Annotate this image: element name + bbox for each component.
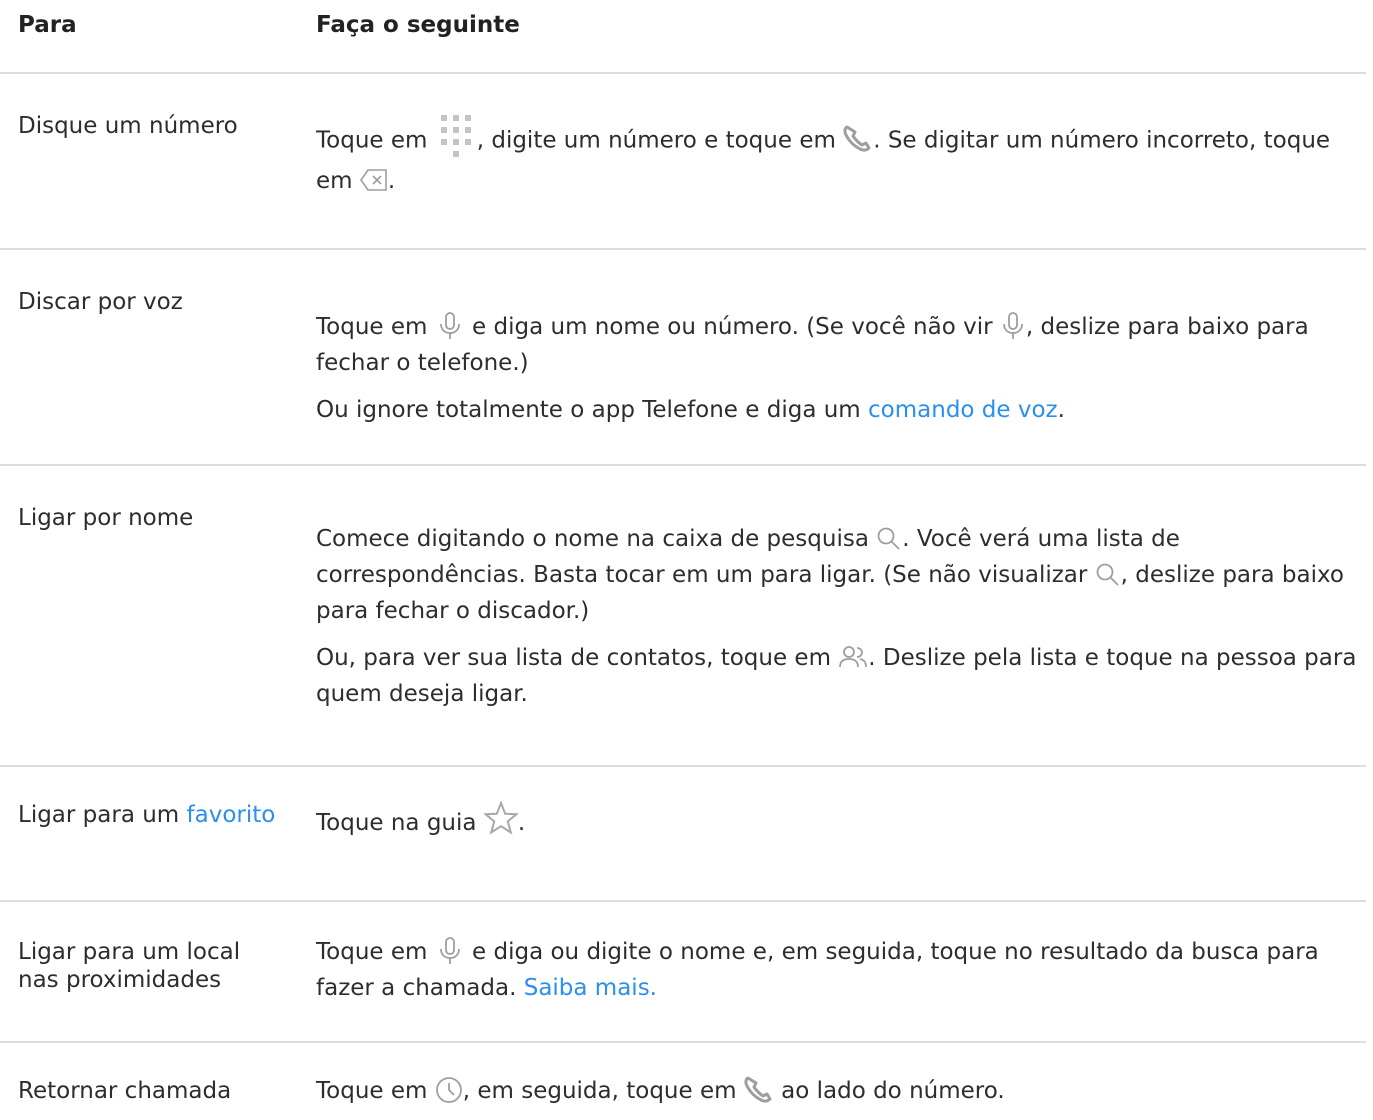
paragraph: Ou ignore totalmente o app Telefone e di… bbox=[316, 392, 1366, 428]
star-icon[interactable] bbox=[483, 800, 518, 835]
microphone-icon[interactable] bbox=[439, 311, 461, 340]
paragraph: Ou, para ver sua lista de contatos, toqu… bbox=[316, 640, 1366, 712]
text: . bbox=[1057, 397, 1065, 423]
text: Toque na guia bbox=[316, 810, 484, 836]
text: Toque em bbox=[316, 1078, 435, 1104]
table-header: Para Faça o seguinte bbox=[0, 0, 1366, 74]
text: Comece digitando o nome na caixa de pesq… bbox=[316, 526, 877, 552]
search-icon[interactable] bbox=[1095, 562, 1121, 586]
contacts-icon[interactable] bbox=[838, 645, 868, 669]
text: ao lado do número. bbox=[773, 1078, 1005, 1104]
text: , digite um número e toque em bbox=[476, 127, 844, 154]
row-label: Ligar por nome bbox=[18, 505, 194, 531]
text: Ou, para ver sua lista de contatos, toqu… bbox=[316, 645, 839, 671]
table-row-voice-dial: Discar por voz Toque em e diga um nome o… bbox=[0, 250, 1366, 466]
text: Ou ignore totalmente o app Telefone e di… bbox=[316, 397, 869, 423]
table-row-dial-number: Disque um número Toque em , digite um nú… bbox=[0, 74, 1366, 250]
text: e diga um nome ou número. (Se você não v… bbox=[464, 314, 1000, 340]
text: Toque em bbox=[316, 939, 435, 965]
dialpad-icon[interactable] bbox=[440, 115, 471, 159]
phone-icon[interactable] bbox=[843, 125, 873, 153]
paragraph: Toque em , digite um número e toque em .… bbox=[316, 115, 1366, 199]
row-label: Disque um número bbox=[18, 113, 238, 139]
text: e diga ou digite o nome e, em seguida, t… bbox=[316, 939, 1319, 1001]
header-col-faca: Faça o seguinte bbox=[316, 12, 520, 38]
text: Toque em bbox=[316, 314, 435, 340]
microphone-icon[interactable] bbox=[1002, 311, 1024, 340]
text: . bbox=[387, 168, 396, 194]
favorite-link[interactable]: favorito bbox=[187, 802, 276, 828]
text: Ligar para um bbox=[18, 802, 187, 828]
row-label: Retornar chamada bbox=[18, 1078, 232, 1104]
row-instructions: Toque em e diga ou digite o nome e, em s… bbox=[316, 934, 1366, 1017]
row-instructions: Toque em , em seguida, toque em ao lado … bbox=[316, 1073, 1366, 1120]
paragraph: Toque em e diga ou digite o nome e, em s… bbox=[316, 934, 1366, 1006]
clock-icon[interactable] bbox=[435, 1076, 463, 1104]
row-instructions: Comece digitando o nome na caixa de pesq… bbox=[316, 521, 1366, 723]
table-row-call-favorite: Ligar para um favorito Toque na guia . bbox=[0, 767, 1366, 902]
table-row-return-call: Retornar chamada Toque em , em seguida, … bbox=[0, 1043, 1366, 1115]
table-row-call-by-name: Ligar por nome Comece digitando o nome n… bbox=[0, 466, 1366, 767]
table-row-call-nearby-place: Ligar para um local nas proximidades Toq… bbox=[0, 902, 1366, 1043]
row-instructions: Toque em , digite um número e toque em .… bbox=[316, 115, 1366, 210]
backspace-icon[interactable] bbox=[359, 168, 388, 191]
text: . bbox=[517, 810, 526, 836]
row-instructions: Toque em e diga um nome ou número. (Se v… bbox=[316, 309, 1366, 439]
row-label: Ligar para um favorito bbox=[18, 801, 308, 829]
paragraph: Comece digitando o nome na caixa de pesq… bbox=[316, 521, 1366, 629]
row-instructions: Toque na guia . bbox=[316, 800, 1366, 852]
microphone-icon[interactable] bbox=[439, 936, 461, 965]
header-col-para: Para bbox=[18, 12, 77, 38]
voice-command-link[interactable]: comando de voz bbox=[868, 397, 1058, 423]
learn-more-link[interactable]: Saiba mais. bbox=[524, 975, 657, 1001]
paragraph: Toque em e diga um nome ou número. (Se v… bbox=[316, 309, 1366, 381]
row-label: Ligar para um local nas proximidades bbox=[18, 939, 241, 993]
phone-icon[interactable] bbox=[744, 1076, 774, 1104]
row-label: Discar por voz bbox=[18, 289, 183, 315]
search-icon[interactable] bbox=[876, 526, 902, 550]
paragraph: Toque em , em seguida, toque em ao lado … bbox=[316, 1073, 1366, 1109]
paragraph: Toque na guia . bbox=[316, 800, 1366, 841]
text: Toque em bbox=[316, 127, 435, 154]
text: , em seguida, toque em bbox=[462, 1078, 744, 1104]
